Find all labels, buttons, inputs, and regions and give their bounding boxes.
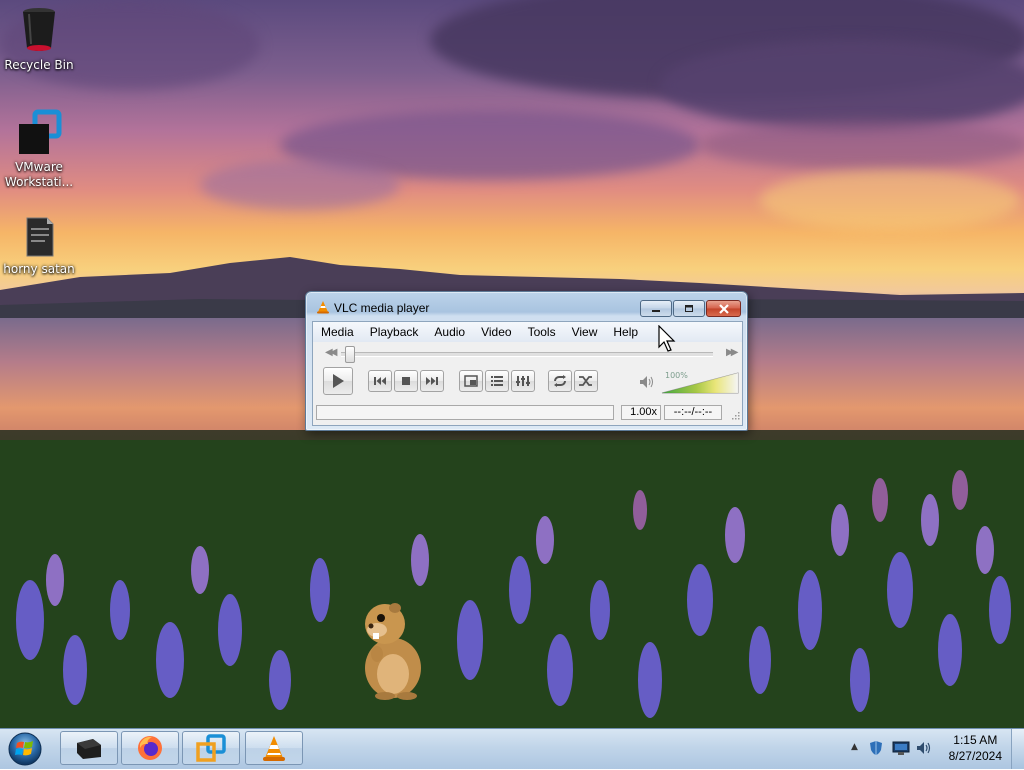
desktop-icon-horny-satan[interactable]: horny satan <box>2 214 76 277</box>
show-desktop-button[interactable] <box>1011 729 1024 769</box>
taskbar-vmware[interactable] <box>182 731 240 765</box>
recycle-bin-icon <box>15 6 63 54</box>
taskbar-firefox[interactable] <box>121 731 179 765</box>
playback-speed[interactable]: 1.00x <box>621 405 661 420</box>
loop-icon <box>554 375 566 387</box>
menu-video[interactable]: Video <box>473 322 519 342</box>
menu-view[interactable]: View <box>564 322 606 342</box>
next-icon <box>426 377 438 385</box>
taskbar-terminal[interactable] <box>60 731 118 765</box>
close-button[interactable] <box>706 300 741 317</box>
vlc-client-area: Media Playback Audio Video Tools View He… <box>312 321 743 426</box>
taskbar-vlc[interactable] <box>245 731 303 765</box>
vlc-icon <box>317 301 329 314</box>
fullscreen-button[interactable] <box>459 370 483 392</box>
maximize-icon <box>685 304 693 312</box>
volume-icon[interactable] <box>916 740 932 756</box>
vlc-window[interactable]: VLC media player Media Playback Audio Vi… <box>305 291 748 431</box>
play-button[interactable] <box>323 367 353 395</box>
resize-grip-icon[interactable] <box>731 411 740 420</box>
seek-forward-icon[interactable]: ▶▶ <box>726 347 739 358</box>
extended-settings-button[interactable] <box>511 370 535 392</box>
volume-percent: 100% <box>665 371 688 380</box>
desktop-icon-label: horny satan <box>3 262 75 276</box>
maximize-button[interactable] <box>673 300 705 317</box>
previous-icon <box>374 377 386 385</box>
desktop-pet-gopher[interactable] <box>355 596 431 700</box>
desktop-icon-label: VMware Workstati... <box>4 160 74 189</box>
clock[interactable]: 1:15 AM 8/27/2024 <box>949 732 1002 764</box>
stop-icon <box>402 377 410 385</box>
minimize-icon <box>652 309 660 312</box>
controls-row: 100% <box>313 366 742 396</box>
minimize-button[interactable] <box>640 300 672 317</box>
desktop-icon-recycle-bin[interactable]: Recycle Bin <box>2 6 76 73</box>
start-button[interactable] <box>5 731 45 767</box>
status-field <box>316 405 614 420</box>
fullscreen-icon <box>464 375 478 387</box>
system-tray: ▲ 1:15 AM 8/27/2024 <box>834 729 1024 769</box>
speaker-icon[interactable] <box>639 375 655 389</box>
show-hidden-icons-icon[interactable]: ▲ <box>851 742 858 752</box>
menu-audio[interactable]: Audio <box>426 322 473 342</box>
seek-handle[interactable] <box>345 346 355 363</box>
terminal-icon <box>77 739 101 759</box>
menu-bar: Media Playback Audio Video Tools View He… <box>313 322 742 342</box>
menu-playback[interactable]: Playback <box>362 322 427 342</box>
clock-time: 1:15 AM <box>953 733 998 747</box>
close-icon <box>718 303 729 314</box>
vlc-icon <box>263 736 285 761</box>
desktop-icon-vmware[interactable]: VMware Workstati... <box>2 108 76 190</box>
taskbar: ▲ 1:15 AM 8/27/2024 <box>0 728 1024 769</box>
security-shield-icon[interactable] <box>868 740 884 756</box>
seek-backward-icon[interactable]: ◀◀ <box>325 347 338 358</box>
next-button[interactable] <box>420 370 444 392</box>
vmware-icon <box>15 108 63 156</box>
menu-tools[interactable]: Tools <box>520 322 564 342</box>
mouse-cursor-icon <box>658 325 676 352</box>
menu-media[interactable]: Media <box>313 322 362 342</box>
desktop-icon-label: Recycle Bin <box>4 58 74 72</box>
shuffle-icon <box>579 376 592 386</box>
play-icon <box>333 374 344 388</box>
status-row: 1.00x --:--/--:-- <box>313 402 742 422</box>
time-display[interactable]: --:--/--:-- <box>664 405 722 420</box>
windows-orb-icon <box>8 732 42 766</box>
clock-date: 8/27/2024 <box>948 749 1002 763</box>
stop-button[interactable] <box>394 370 418 392</box>
shuffle-button[interactable] <box>574 370 598 392</box>
document-icon <box>15 214 63 258</box>
loop-button[interactable] <box>548 370 572 392</box>
network-icon[interactable] <box>892 741 910 756</box>
seek-row: ◀◀ ▶▶ <box>313 344 742 363</box>
firefox-icon <box>138 736 162 760</box>
equalizer-icon <box>516 376 530 386</box>
playlist-icon <box>491 376 503 386</box>
window-title: VLC media player <box>334 301 430 315</box>
menu-help[interactable]: Help <box>605 322 646 342</box>
vmware-icon <box>196 734 226 762</box>
previous-button[interactable] <box>368 370 392 392</box>
playlist-button[interactable] <box>485 370 509 392</box>
